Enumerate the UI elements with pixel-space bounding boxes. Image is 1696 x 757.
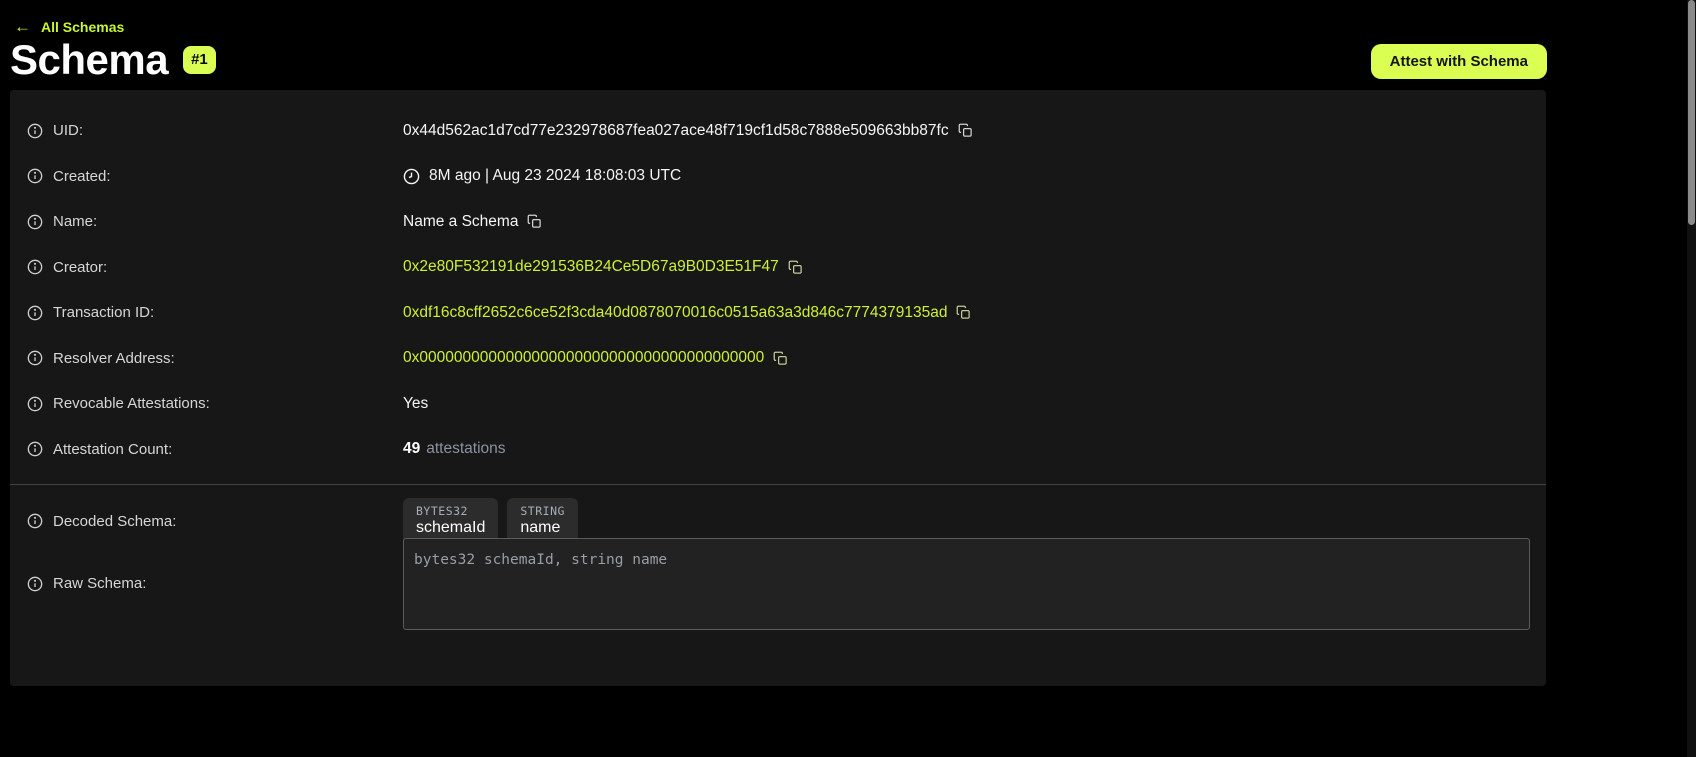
attestations-link[interactable]: attestations <box>426 440 505 458</box>
schema-detail-card: UID: 0x44d562ac1d7cd77e232978687fea027ac… <box>10 90 1546 686</box>
attestation-count-value: 49 <box>403 440 420 458</box>
revocable-label-group: Revocable Attestations: <box>27 395 403 412</box>
scrollbar-thumb[interactable] <box>1688 0 1695 225</box>
transaction-id-link[interactable]: 0xdf16c8cff2652c6ce52f3cda40d0878070016c… <box>403 304 947 322</box>
created-label: Created: <box>53 168 111 185</box>
raw-schema-label: Raw Schema: <box>53 575 146 592</box>
resolver-label: Resolver Address: <box>53 350 175 367</box>
attest-with-schema-button[interactable]: Attest with Schema <box>1371 44 1547 79</box>
revocable-value: Yes <box>403 395 428 413</box>
decoded-schema-label-group: Decoded Schema: <box>27 513 403 530</box>
page-title: Schema <box>10 36 168 84</box>
revocable-row: Revocable Attestations: Yes <box>10 381 1546 427</box>
back-link-label: All Schemas <box>41 19 124 35</box>
uid-row: UID: 0x44d562ac1d7cd77e232978687fea027ac… <box>10 108 1546 154</box>
name-value: Name a Schema <box>403 213 518 231</box>
copy-icon[interactable] <box>956 305 971 320</box>
section-divider <box>10 484 1546 485</box>
info-icon <box>27 259 43 275</box>
field-name: name <box>520 519 565 537</box>
info-icon <box>27 305 43 321</box>
uid-label-group: UID: <box>27 122 403 139</box>
back-arrow-icon: ← <box>14 17 31 37</box>
back-to-all-schemas-link[interactable]: ← All Schemas <box>14 17 124 37</box>
transaction-label: Transaction ID: <box>53 304 154 321</box>
name-label: Name: <box>53 213 97 230</box>
uid-label: UID: <box>53 122 83 139</box>
copy-icon[interactable] <box>527 214 542 229</box>
name-row: Name: Name a Schema <box>10 199 1546 245</box>
created-value: 8M ago | Aug 23 2024 18:08:03 UTC <box>429 167 681 185</box>
schema-number-badge: #1 <box>183 46 216 74</box>
copy-icon[interactable] <box>788 260 803 275</box>
decoded-schema-label: Decoded Schema: <box>53 513 176 530</box>
info-icon <box>27 576 43 592</box>
created-row: Created: 8M ago | Aug 23 2024 18:08:03 U… <box>10 154 1546 200</box>
title-row: Schema #1 <box>10 36 216 84</box>
attestation-count-label-group: Attestation Count: <box>27 441 403 458</box>
field-name: schemaId <box>416 519 485 537</box>
field-type: STRING <box>520 504 565 518</box>
info-icon <box>27 513 43 529</box>
transaction-row: Transaction ID: 0xdf16c8cff2652c6ce52f3c… <box>10 290 1546 336</box>
info-icon <box>27 396 43 412</box>
creator-label-group: Creator: <box>27 259 403 276</box>
creator-label: Creator: <box>53 259 107 276</box>
field-type: BYTES32 <box>416 504 485 518</box>
info-icon <box>27 441 43 457</box>
info-icon <box>27 123 43 139</box>
revocable-label: Revocable Attestations: <box>53 395 210 412</box>
attestation-count-label: Attestation Count: <box>53 441 172 458</box>
raw-schema-row: Raw Schema: bytes32 schemaId, string nam… <box>10 561 1546 607</box>
uid-value: 0x44d562ac1d7cd77e232978687fea027ace48f7… <box>403 122 949 140</box>
clock-icon <box>403 168 420 185</box>
attestation-count-row: Attestation Count: 49 attestations <box>10 427 1546 473</box>
copy-icon[interactable] <box>773 351 788 366</box>
name-label-group: Name: <box>27 213 403 230</box>
copy-icon[interactable] <box>958 123 973 138</box>
resolver-label-group: Resolver Address: <box>27 350 403 367</box>
raw-schema-label-group: Raw Schema: <box>27 575 403 592</box>
info-icon <box>27 168 43 184</box>
info-icon <box>27 214 43 230</box>
creator-address-link[interactable]: 0x2e80F532191de291536B24Ce5D67a9B0D3E51F… <box>403 258 779 276</box>
resolver-address-link[interactable]: 0x00000000000000000000000000000000000000… <box>403 349 764 367</box>
resolver-row: Resolver Address: 0x00000000000000000000… <box>10 336 1546 382</box>
transaction-label-group: Transaction ID: <box>27 304 403 321</box>
info-icon <box>27 350 43 366</box>
page-scrollbar[interactable] <box>1687 0 1696 757</box>
creator-row: Creator: 0x2e80F532191de291536B24Ce5D67a… <box>10 245 1546 291</box>
raw-schema-textarea[interactable]: bytes32 schemaId, string name <box>403 538 1530 630</box>
created-label-group: Created: <box>27 168 403 185</box>
